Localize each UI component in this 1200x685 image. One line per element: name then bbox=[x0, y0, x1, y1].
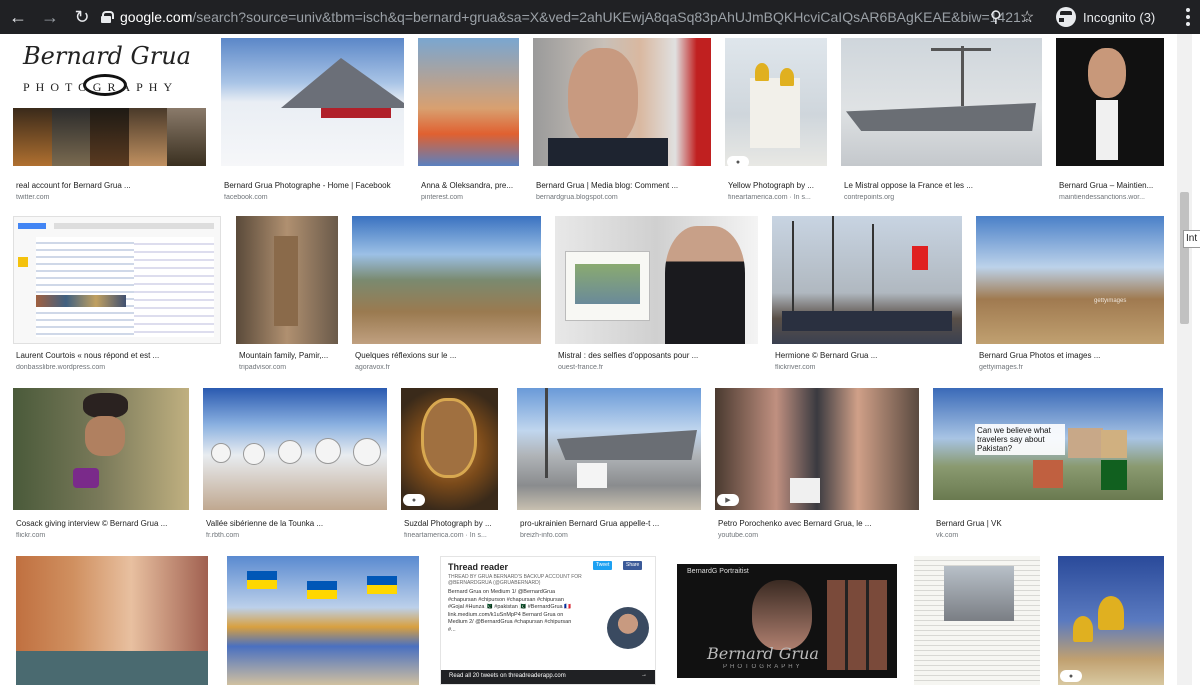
page-scrollbar[interactable] bbox=[1177, 34, 1192, 685]
url-path: /search?source=univ&tbm=isch&q=bernard+g… bbox=[192, 9, 1033, 25]
getty-watermark: gettyimages bbox=[1094, 298, 1127, 304]
result-source[interactable]: contrepoints.org bbox=[844, 194, 1044, 201]
result-source[interactable]: maintiendessanctions.wor... bbox=[1059, 194, 1165, 201]
result-title[interactable]: Bernard Grua | VK bbox=[936, 519, 1161, 528]
result-source[interactable]: flickr.com bbox=[16, 532, 191, 539]
result-title[interactable]: Anna & Oleksandra, pre... bbox=[421, 181, 521, 190]
scrollbar-thumb[interactable] bbox=[1180, 192, 1189, 324]
result-source[interactable]: tripadvisor.com bbox=[239, 364, 339, 371]
result-source[interactable]: vk.com bbox=[936, 532, 1161, 539]
result-source[interactable]: agoravox.fr bbox=[355, 364, 543, 371]
thread-reader-body: Bernard Grua on Medium 1/ @BernardGrua #… bbox=[448, 589, 572, 633]
logo-text: Bernard Grua bbox=[23, 42, 191, 70]
result-source[interactable]: donbasslibre.wordpress.com bbox=[16, 364, 221, 371]
result-source[interactable]: facebook.com bbox=[224, 194, 409, 201]
product-tag-icon: ● bbox=[1060, 670, 1082, 682]
result-thumbnail[interactable] bbox=[352, 216, 541, 344]
result-source[interactable]: ouest-france.fr bbox=[558, 364, 758, 371]
result-source[interactable]: pinterest.com bbox=[421, 194, 521, 201]
result-title[interactable]: Cosack giving interview © Bernard Grua .… bbox=[16, 519, 191, 528]
incognito-icon bbox=[1056, 7, 1083, 27]
result-thumbnail[interactable]: Bernard Grua PHOTOGRAPHY bbox=[13, 38, 206, 166]
result-title[interactable]: pro-ukrainien Bernard Grua appelle-t ... bbox=[520, 519, 702, 528]
result-source[interactable]: flickriver.com bbox=[775, 364, 963, 371]
result-source[interactable]: fr.rbth.com bbox=[206, 532, 388, 539]
portraitist-logo: Bernard Grua bbox=[707, 644, 819, 663]
result-thumbnail[interactable] bbox=[772, 216, 962, 344]
result-thumbnail[interactable] bbox=[16, 556, 208, 685]
browser-menu-icon[interactable] bbox=[1186, 8, 1190, 26]
portraitist-title: BernardG Portraitist bbox=[687, 568, 749, 575]
portraitist-subtitle: PHOTOGRAPHY bbox=[723, 664, 803, 670]
result-title[interactable]: Vallée sibérienne de la Tounka ... bbox=[206, 519, 388, 528]
result-title[interactable]: Quelques réflexions sur le ... bbox=[355, 351, 543, 360]
browser-toolbar: ← → ↻ google.com/search?source=univ&tbm=… bbox=[0, 0, 1200, 34]
result-source[interactable]: bernardgrua.blogspot.com bbox=[536, 194, 711, 201]
address-bar[interactable]: google.com/search?source=univ&tbm=isch&q… bbox=[100, 4, 1045, 30]
result-title[interactable]: Le Mistral oppose la France et les ... bbox=[844, 181, 1044, 190]
result-thumbnail[interactable] bbox=[203, 388, 387, 510]
result-thumbnail[interactable] bbox=[555, 216, 758, 344]
result-title[interactable]: Laurent Courtois « nous répond et est ..… bbox=[16, 351, 221, 360]
result-thumbnail[interactable] bbox=[533, 38, 711, 166]
incognito-profile-button[interactable]: Incognito (3) bbox=[1056, 5, 1155, 29]
result-thumbnail[interactable] bbox=[715, 388, 919, 510]
result-title[interactable]: Mountain family, Pamir,... bbox=[239, 351, 339, 360]
result-thumbnail[interactable] bbox=[725, 38, 827, 166]
video-play-icon: ▶ bbox=[717, 494, 739, 506]
result-thumbnail[interactable] bbox=[841, 38, 1042, 166]
result-title[interactable]: Bernard Grua Photos et images ... bbox=[979, 351, 1165, 360]
tweet-button: Tweet bbox=[593, 561, 613, 570]
result-title[interactable]: Petro Porochenko avec Bernard Grua, le .… bbox=[718, 519, 918, 528]
result-thumbnail[interactable]: Can we believe what travelers say about … bbox=[933, 388, 1163, 500]
result-source[interactable]: fineartamerica.com · In s... bbox=[404, 532, 499, 539]
result-source[interactable]: gettyimages.fr bbox=[979, 364, 1165, 371]
result-thumbnail[interactable] bbox=[227, 556, 419, 685]
lock-icon bbox=[100, 11, 114, 23]
result-thumbnail[interactable] bbox=[401, 388, 498, 510]
result-thumbnail[interactable] bbox=[221, 38, 404, 166]
back-arrow-icon[interactable]: ← bbox=[4, 3, 32, 31]
result-title[interactable]: Suzdal Photograph by ... bbox=[404, 519, 499, 528]
result-thumbnail[interactable] bbox=[13, 216, 221, 344]
avatar bbox=[607, 607, 649, 649]
result-title[interactable]: Hermione © Bernard Grua ... bbox=[775, 351, 963, 360]
result-thumbnail[interactable]: Thread reader Tweet Share THREAD BY GRUA… bbox=[440, 556, 656, 685]
thread-reader-title: Thread reader bbox=[448, 562, 509, 572]
result-title[interactable]: Bernard Grua Photographe - Home | Facebo… bbox=[224, 181, 409, 190]
result-thumbnail[interactable] bbox=[914, 556, 1040, 685]
result-thumbnail[interactable] bbox=[13, 388, 189, 510]
result-title[interactable]: Mistral : des selfies d'opposants pour .… bbox=[558, 351, 758, 360]
side-panel-tooltip: Int bbox=[1183, 230, 1200, 248]
product-tag-icon: ● bbox=[727, 156, 749, 168]
share-button: Share bbox=[623, 561, 643, 570]
thread-reader-footer: Read all 20 tweets on threadreaderapp.co… bbox=[441, 670, 655, 684]
zoom-icon[interactable]: ⚲ bbox=[990, 7, 1002, 27]
thumbnail-caption: Can we believe what travelers say about … bbox=[975, 424, 1065, 455]
arrow-right-icon: → bbox=[641, 672, 647, 678]
logo-subtitle: PHOTOGRAPHY bbox=[23, 80, 179, 94]
thread-reader-subtitle: THREAD BY GRUA BERNARD'S BACKUP ACCOUNT … bbox=[448, 574, 582, 586]
forward-arrow-icon[interactable]: → bbox=[36, 3, 64, 31]
incognito-label: Incognito (3) bbox=[1083, 9, 1156, 25]
result-thumbnail[interactable]: gettyimages bbox=[976, 216, 1164, 344]
result-source[interactable]: youtube.com bbox=[718, 532, 918, 539]
result-source[interactable]: twitter.com bbox=[16, 194, 206, 201]
product-tag-icon: ● bbox=[403, 494, 425, 506]
result-title[interactable]: Bernard Grua | Media blog: Comment ... bbox=[536, 181, 711, 190]
result-thumbnail[interactable] bbox=[236, 216, 338, 344]
result-source[interactable]: fineartamerica.com · In s... bbox=[728, 194, 828, 201]
result-title[interactable]: real account for Bernard Grua ... bbox=[16, 181, 206, 190]
url-host: google.com bbox=[120, 9, 193, 25]
result-thumbnail[interactable] bbox=[1056, 38, 1164, 166]
bookmark-star-icon[interactable]: ☆ bbox=[1020, 7, 1034, 27]
result-thumbnail[interactable] bbox=[517, 388, 701, 510]
result-thumbnail[interactable] bbox=[1058, 556, 1164, 685]
result-thumbnail[interactable]: BernardG Portraitist Bernard Grua PHOTOG… bbox=[677, 564, 897, 678]
result-source[interactable]: breizh-info.com bbox=[520, 532, 702, 539]
result-title[interactable]: Yellow Photograph by ... bbox=[728, 181, 828, 190]
result-thumbnail[interactable] bbox=[418, 38, 519, 166]
reload-icon[interactable]: ↻ bbox=[68, 3, 96, 31]
result-title[interactable]: Bernard Grua – Maintien... bbox=[1059, 181, 1165, 190]
